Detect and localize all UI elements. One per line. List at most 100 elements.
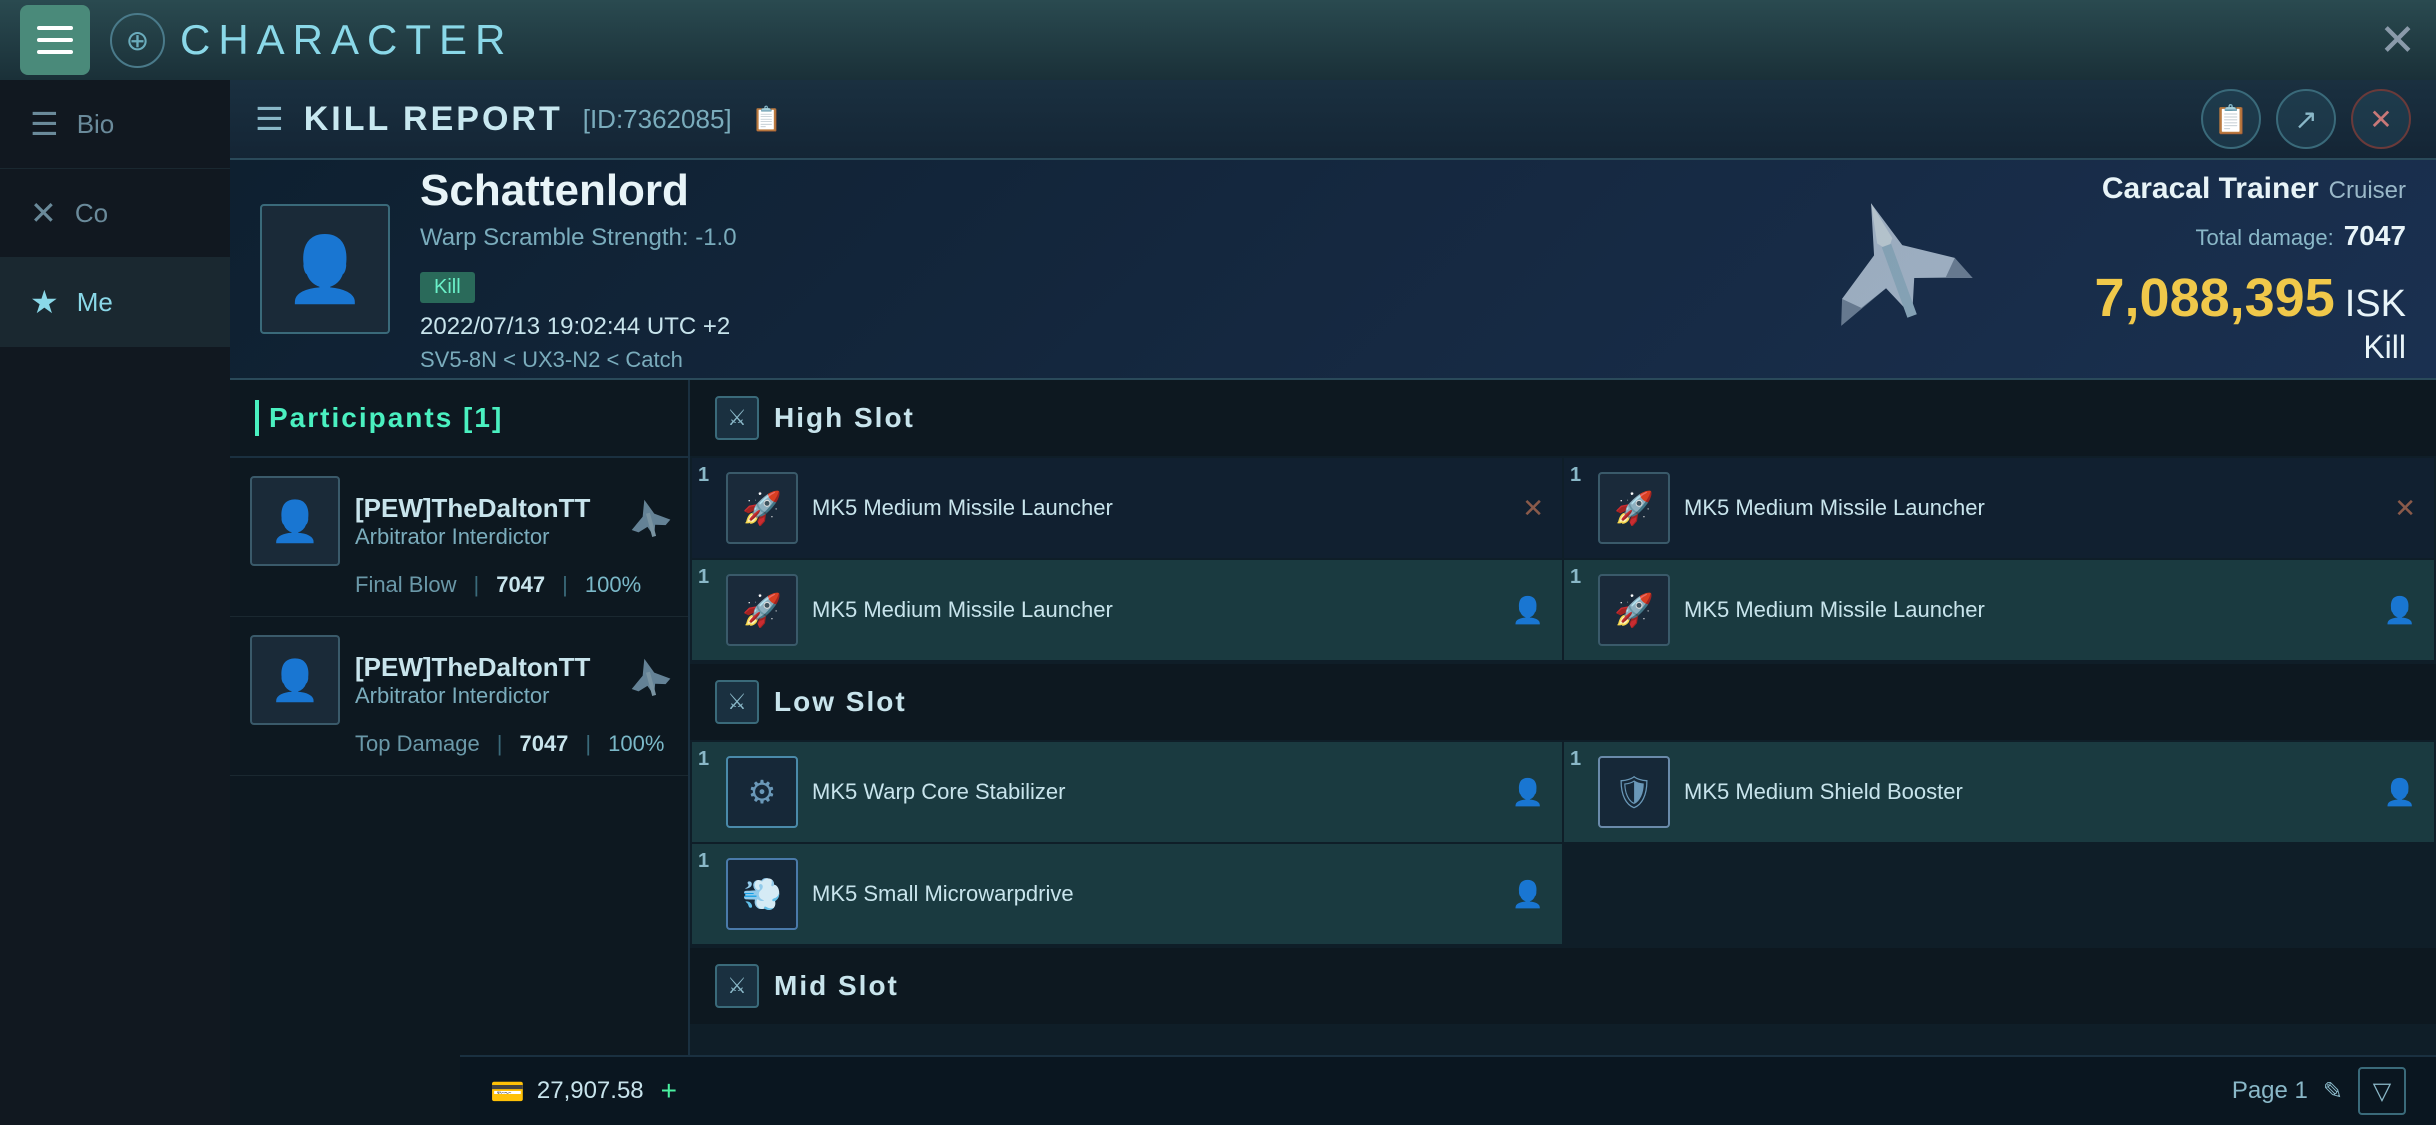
p1-stat-label: Final Blow xyxy=(355,572,456,598)
item-4-qty: 1 xyxy=(1570,566,1581,589)
low-slot-grid: 1 ⚙ MK5 Warp Core Stabilizer 👤 1 🛡 MK5 M… xyxy=(690,740,2436,946)
high-slot-header: ⚔ High Slot xyxy=(690,380,2436,456)
participant-entry-1[interactable]: 👤 [PEW]TheDaltonTT Arbitrator Interdicto… xyxy=(230,458,688,617)
high-slot-item-2[interactable]: 1 🚀 MK5 Medium Missile Launcher ✕ xyxy=(1564,458,2434,558)
low-item-2-action[interactable]: 👤 xyxy=(2384,777,2416,808)
high-slot-item-4[interactable]: 1 🚀 MK5 Medium Missile Launcher 👤 xyxy=(1564,560,2434,660)
total-damage-label: Total damage: xyxy=(2196,225,2334,251)
edit-icon[interactable]: ✎ xyxy=(2323,1077,2343,1106)
participant-2-ship-icon xyxy=(605,645,695,715)
filter-icon-symbol: ▽ xyxy=(2373,1077,2391,1106)
header-accent xyxy=(255,400,259,436)
kr-copy-button[interactable]: 📋 xyxy=(2201,89,2261,149)
item-1-action[interactable]: ✕ xyxy=(1522,493,1544,524)
sidebar-item-combat[interactable]: ✕ Co xyxy=(0,169,230,258)
item-4-action[interactable]: 👤 xyxy=(2384,595,2416,626)
sidebar-item-me[interactable]: ★ Me xyxy=(0,258,230,347)
participants-panel: Participants [1] 👤 [PEW]TheDaltonTT Arbi… xyxy=(230,380,690,1125)
participant-1-avatar: 👤 xyxy=(250,476,340,566)
participant-2-top: 👤 [PEW]TheDaltonTT Arbitrator Interdicto… xyxy=(250,635,668,725)
participant-1-name: [PEW]TheDaltonTT xyxy=(355,493,590,524)
kill-date: 2022/07/13 19:02:44 UTC +2 xyxy=(420,313,1695,341)
high-slot-item-3[interactable]: 1 🚀 MK5 Medium Missile Launcher 👤 xyxy=(692,560,1562,660)
p2-stat-label: Top Damage xyxy=(355,731,480,757)
wallet-value: 27,907.58 xyxy=(537,1077,644,1105)
ship-name: Caracal Trainer xyxy=(2102,172,2319,206)
wallet-icon: 💳 xyxy=(490,1075,525,1108)
low-item-1-qty: 1 xyxy=(698,748,709,771)
low-item-1-name: MK5 Warp Core Stabilizer xyxy=(812,778,1498,807)
kr-export-button[interactable]: ↗ xyxy=(2276,89,2336,149)
low-item-2-qty: 1 xyxy=(1570,748,1581,771)
item-2-qty: 1 xyxy=(1570,464,1581,487)
item-4-name: MK5 Medium Missile Launcher xyxy=(1684,596,2370,625)
sidebar-item-bio[interactable]: ☰ Bio xyxy=(0,80,230,169)
pilot-avatar: 👤 xyxy=(260,204,390,334)
item-2-icon: 🚀 xyxy=(1598,472,1670,544)
p2-damage: 7047 xyxy=(519,731,568,757)
low-slot-item-2[interactable]: 1 🛡 MK5 Medium Shield Booster 👤 xyxy=(1564,742,2434,842)
low-slot-item-1[interactable]: 1 ⚙ MK5 Warp Core Stabilizer 👤 xyxy=(692,742,1562,842)
item-3-name: MK5 Medium Missile Launcher xyxy=(812,596,1498,625)
combat-icon: ✕ xyxy=(30,194,57,232)
item-3-icon: 🚀 xyxy=(726,574,798,646)
app-close-button[interactable]: ✕ xyxy=(2379,15,2416,66)
kr-id: [ID:7362085] xyxy=(583,104,732,135)
high-slot-item-1[interactable]: 1 🚀 MK5 Medium Missile Launcher ✕ xyxy=(692,458,1562,558)
kill-outcome: Kill xyxy=(2363,329,2406,365)
isk-label: ISK xyxy=(2345,283,2406,326)
sidebar-label-combat: Co xyxy=(75,198,108,229)
participant-2-ship: Arbitrator Interdictor xyxy=(355,683,590,709)
low-item-3-qty: 1 xyxy=(698,850,709,873)
kill-report-hero: 👤 Schattenlord Warp Scramble Strength: -… xyxy=(230,160,2436,380)
participant-2-info: [PEW]TheDaltonTT Arbitrator Interdictor xyxy=(355,652,590,709)
kr-title: KILL REPORT xyxy=(304,100,563,139)
ship-svg xyxy=(1735,179,2055,359)
pilot-info: Schattenlord Warp Scramble Strength: -1.… xyxy=(420,166,1695,373)
participant-entry-2[interactable]: 👤 [PEW]TheDaltonTT Arbitrator Interdicto… xyxy=(230,617,688,776)
kr-body: Participants [1] 👤 [PEW]TheDaltonTT Arbi… xyxy=(230,380,2436,1125)
copy-icon: 📋 xyxy=(2214,103,2249,136)
mid-slot-icon: ⚔ xyxy=(715,964,759,1008)
participants-title: Participants [1] xyxy=(269,402,503,434)
close-icon: ✕ xyxy=(2369,103,2392,136)
sidebar-label-me: Me xyxy=(77,287,113,318)
participant-1-top: 👤 [PEW]TheDaltonTT Arbitrator Interdicto… xyxy=(250,476,668,566)
item-1-qty: 1 xyxy=(698,464,709,487)
low-item-3-action[interactable]: 👤 xyxy=(1512,879,1544,910)
high-slot-icon: ⚔ xyxy=(715,396,759,440)
low-item-3-icon: 💨 xyxy=(726,858,798,930)
mid-slot-title: Mid Slot xyxy=(774,970,899,1002)
item-2-action[interactable]: ✕ xyxy=(2394,493,2416,524)
pilot-warp: Warp Scramble Strength: -1.0 xyxy=(420,224,1695,252)
low-item-1-action[interactable]: 👤 xyxy=(1512,777,1544,808)
participant-2-stats: Top Damage | 7047 | 100% xyxy=(250,731,668,757)
bio-icon: ☰ xyxy=(30,105,59,143)
item-3-action[interactable]: 👤 xyxy=(1512,595,1544,626)
kr-close-button[interactable]: ✕ xyxy=(2351,89,2411,149)
low-item-3-name: MK5 Small Microwarpdrive xyxy=(812,880,1498,909)
low-slot-icon: ⚔ xyxy=(715,680,759,724)
ship-mini-svg-1 xyxy=(605,491,695,551)
kill-report-header: ☰ KILL REPORT [ID:7362085] 📋 📋 ↗ ✕ xyxy=(230,80,2436,160)
kr-copy-icon[interactable]: 📋 xyxy=(752,105,782,134)
kill-location: SV5-8N < UX3-N2 < Catch xyxy=(420,347,1695,373)
wallet-add-button[interactable]: + xyxy=(661,1075,677,1107)
kill-badge: Kill xyxy=(420,272,475,303)
app-title: CHARACTER xyxy=(180,16,513,64)
kr-menu-icon[interactable]: ☰ xyxy=(255,100,284,138)
sidebar: ☰ Bio ✕ Co ★ Me xyxy=(0,80,230,1125)
low-slot-item-3[interactable]: 1 💨 MK5 Small Microwarpdrive 👤 xyxy=(692,844,1562,944)
participant-2-avatar: 👤 xyxy=(250,635,340,725)
ship-class: Cruiser xyxy=(2329,177,2406,205)
item-1-icon: 🚀 xyxy=(726,472,798,544)
hamburger-button[interactable] xyxy=(20,5,90,75)
mid-slot-header: ⚔ Mid Slot xyxy=(690,948,2436,1024)
low-slot-title: Low Slot xyxy=(774,686,907,718)
filter-button[interactable]: ▽ xyxy=(2358,1067,2406,1115)
slots-panel: ⚔ High Slot 1 🚀 MK5 Medium Missile Launc… xyxy=(690,380,2436,1125)
low-item-1-icon: ⚙ xyxy=(726,756,798,828)
item-4-icon: 🚀 xyxy=(1598,574,1670,646)
page-section: Page 1 ✎ ▽ xyxy=(2232,1067,2406,1115)
kill-report-panel: ☰ KILL REPORT [ID:7362085] 📋 📋 ↗ ✕ 👤 Sch… xyxy=(230,80,2436,1125)
